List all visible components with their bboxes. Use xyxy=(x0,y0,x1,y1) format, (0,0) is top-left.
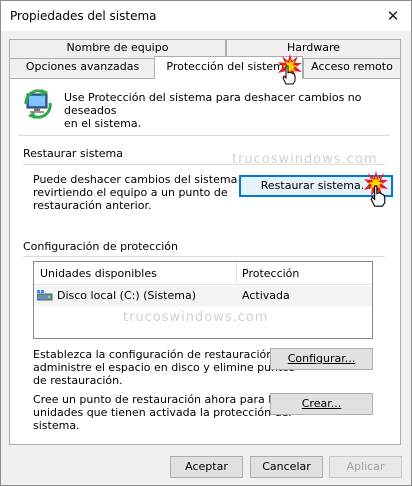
protection-heading: Configuración de protección xyxy=(23,240,179,253)
intro-text: Use Protección del sistema para deshacer… xyxy=(64,91,362,130)
drive-icon xyxy=(37,290,53,301)
table-row[interactable]: Disco local (C:) (Sistema) Activada xyxy=(34,286,372,306)
divider xyxy=(23,256,385,257)
configure-button[interactable]: Configurar... xyxy=(270,348,373,370)
restore-heading: Restaurar sistema xyxy=(23,147,124,160)
configure-description: Establezca la configuración de restaurac… xyxy=(33,348,295,387)
hand-cursor-icon xyxy=(282,65,296,85)
list-header: Unidades disponibles Protección xyxy=(34,262,372,285)
create-description: Cree un punto de restauración ahora para… xyxy=(33,393,292,432)
restore-description: Puede deshacer cambios del sistema revir… xyxy=(33,173,238,212)
column-header-protection[interactable]: Protección xyxy=(242,267,299,280)
window-title: Propiedades del sistema xyxy=(10,9,157,23)
drive-protection-status: Activada xyxy=(242,289,290,302)
hand-cursor-icon xyxy=(370,185,386,207)
tab-acceso-remoto[interactable]: Acceso remoto xyxy=(303,58,401,79)
column-divider xyxy=(236,262,237,284)
ok-button[interactable]: Aceptar xyxy=(170,456,243,478)
drive-list[interactable]: Unidades disponibles Protección Disco lo… xyxy=(33,261,373,339)
system-protection-icon xyxy=(24,89,52,119)
drive-name: Disco local (C:) (Sistema) xyxy=(57,289,197,302)
close-icon[interactable]: ✕ xyxy=(375,1,411,31)
apply-button[interactable]: Aplicar xyxy=(329,456,402,478)
cancel-button[interactable]: Cancelar xyxy=(250,456,323,478)
watermark: trucoswindows.com xyxy=(123,310,269,325)
tab-opciones-avanzadas[interactable]: Opciones avanzadas xyxy=(9,58,156,79)
title-bar: Propiedades del sistema ✕ xyxy=(1,1,411,31)
watermark: trucoswindows.com xyxy=(232,152,378,167)
create-button[interactable]: Crear... xyxy=(270,393,373,415)
column-header-drives[interactable]: Unidades disponibles xyxy=(40,267,157,280)
divider xyxy=(18,135,390,136)
